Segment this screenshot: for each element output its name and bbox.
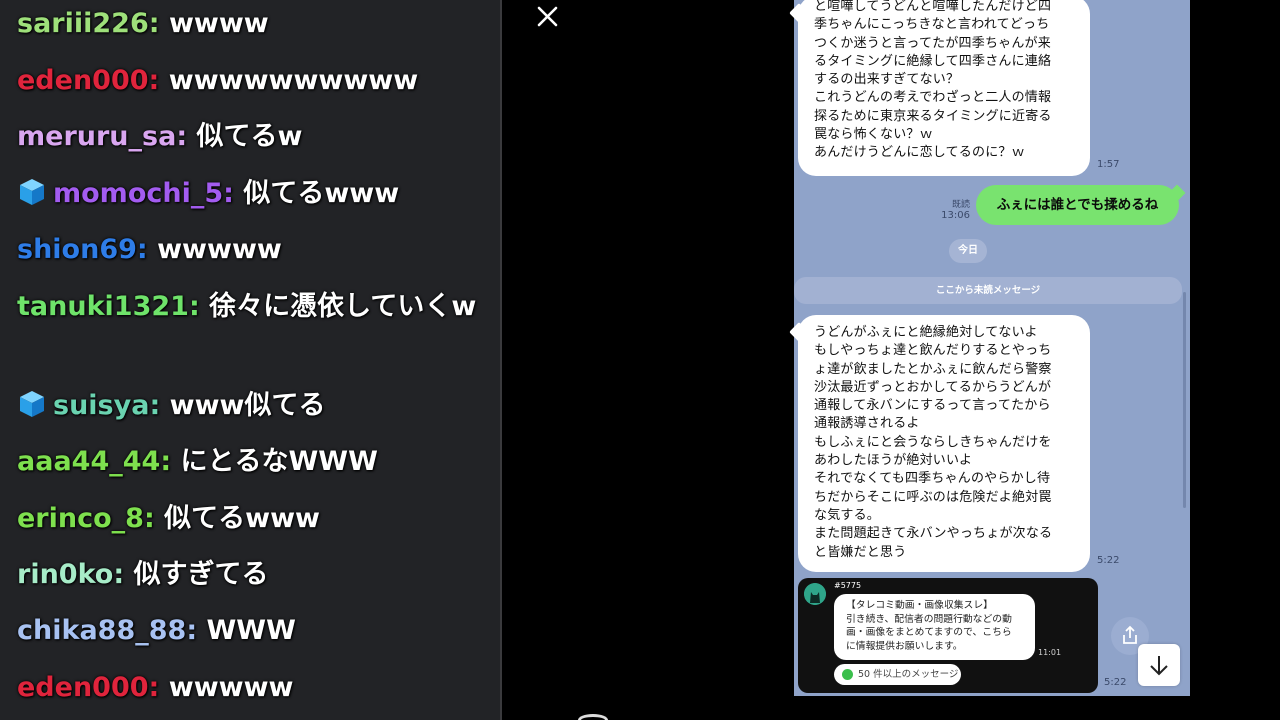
chat-text: 似てるw xyxy=(196,121,303,152)
chat-message: momochi_5: 似てるwww xyxy=(17,173,477,215)
more-messages-link[interactable]: 50 件以上のメッセージ xyxy=(834,664,961,685)
chat-separator: : xyxy=(186,615,207,646)
chat-message: sariii226: wwww xyxy=(17,3,477,45)
chat-username[interactable]: suisya xyxy=(53,390,149,421)
chat-username[interactable]: shion69 xyxy=(17,234,137,265)
card-outer-time: 5:22 xyxy=(1104,677,1127,688)
bottom-ui-fragment xyxy=(578,714,608,720)
chat-message: eden000: wwwww xyxy=(17,667,477,709)
avatar xyxy=(804,583,826,605)
cube-badge-icon xyxy=(20,391,44,417)
chat-message: erinco_8: 似てるwww xyxy=(17,498,477,540)
message-bubble-sent: ふぇには誰とでも揉めるね xyxy=(976,185,1179,225)
chat-message: meruru_sa: 似てるw xyxy=(17,116,477,158)
chat-text: wwww xyxy=(168,8,269,39)
scrollbar[interactable] xyxy=(1183,292,1186,508)
chat-message: aaa44_44: にとるなWWW xyxy=(17,441,477,483)
chat-text: にとるなWWW xyxy=(180,446,378,477)
chat-message: chika88_88: WWW xyxy=(17,610,477,652)
close-button[interactable] xyxy=(534,2,562,30)
chat-separator: : xyxy=(148,65,169,96)
chat-text: 似てるwww xyxy=(243,178,400,209)
chat-separator: : xyxy=(143,503,165,534)
message-bubble-received-2: うどんがふぇにと絶縁絶対してないよ もしやっちょ達と飲んだりするとやっち ょ達が… xyxy=(798,315,1090,572)
message-time: 1:57 xyxy=(1097,159,1120,170)
chat-separator: : xyxy=(160,446,181,477)
chat-username[interactable]: eden000 xyxy=(17,672,149,703)
chat-message: suisya: www似てる xyxy=(17,385,477,427)
chat-text: 徐々に憑依していくw xyxy=(209,291,477,322)
chat-username[interactable]: chika88_88 xyxy=(17,615,186,646)
sent-time: 13:06 xyxy=(941,210,970,221)
read-receipt: 既読 13:06 xyxy=(936,197,970,221)
chat-message: rin0ko: 似すぎてる xyxy=(17,554,477,596)
chat-separator: : xyxy=(148,672,169,703)
chat-separator: : xyxy=(188,291,210,322)
chat-text: www似てる xyxy=(169,390,326,421)
chat-text: wwwwwwwwww xyxy=(168,65,419,96)
chat-username[interactable]: rin0ko xyxy=(17,559,113,590)
chat-username[interactable]: erinco_8 xyxy=(17,503,144,534)
chat-panel: sariii226: wwww eden000: wwwwwwwwww meruru… xyxy=(0,0,500,720)
chat-username[interactable]: meruru_sa xyxy=(17,121,176,152)
unread-divider: ここから未読メッセージ xyxy=(794,277,1182,304)
chat-message: tanuki1321: 徐々に憑依していくw xyxy=(17,286,477,328)
chat-username[interactable]: momochi_5 xyxy=(53,178,223,209)
chat-separator: : xyxy=(223,178,244,209)
chat-text: WWW xyxy=(206,615,296,646)
shared-openchat-card[interactable]: #5775 【タレコミ動画・画像収集スレ】 引き続き、配信者の問題行動などの動 … xyxy=(798,578,1098,693)
chat-username[interactable]: aaa44_44 xyxy=(17,446,160,477)
chat-username[interactable]: tanuki1321 xyxy=(17,291,189,322)
chat-bubble-icon xyxy=(842,669,853,680)
chat-username[interactable]: sariii226 xyxy=(17,8,149,39)
chat-username[interactable]: eden000 xyxy=(17,65,149,96)
chat-message: eden000: wwwwwwwwww xyxy=(17,60,477,102)
chat-message: shion69: wwwww xyxy=(17,229,477,271)
card-message: 【タレコミ動画・画像収集スレ】 引き続き、配信者の問題行動などの動 画・画像をま… xyxy=(834,594,1035,660)
more-messages-label: 50 件以上のメッセージ xyxy=(858,669,959,680)
chat-separator: : xyxy=(148,8,169,39)
chat-separator: : xyxy=(149,390,170,421)
chat-separator: : xyxy=(136,234,158,265)
chat-text: wwwww xyxy=(168,672,294,703)
arrow-down-icon xyxy=(1150,656,1168,676)
chat-text: 似てるwww xyxy=(164,503,320,534)
cube-badge-icon xyxy=(20,179,44,205)
avatar-cat-icon xyxy=(804,583,826,605)
scroll-down-button[interactable] xyxy=(1138,644,1180,686)
chat-separator: : xyxy=(113,559,134,590)
card-time: 11:01 xyxy=(1038,648,1062,657)
date-separator: 今日 xyxy=(949,239,987,263)
message-time-2: 5:22 xyxy=(1097,555,1120,566)
panel-divider xyxy=(500,0,502,720)
chat-separator: : xyxy=(176,121,197,152)
chat-text: wwwww xyxy=(157,234,282,265)
message-bubble-received: と喧嘩してうどんと喧嘩したんだけど四 季ちゃんにこっちきなと言われてどっち つく… xyxy=(798,0,1090,176)
close-icon xyxy=(537,6,558,27)
chat-text: 似すぎてる xyxy=(133,559,269,590)
read-label: 既読 xyxy=(951,200,970,210)
card-tag: #5775 xyxy=(834,581,862,590)
